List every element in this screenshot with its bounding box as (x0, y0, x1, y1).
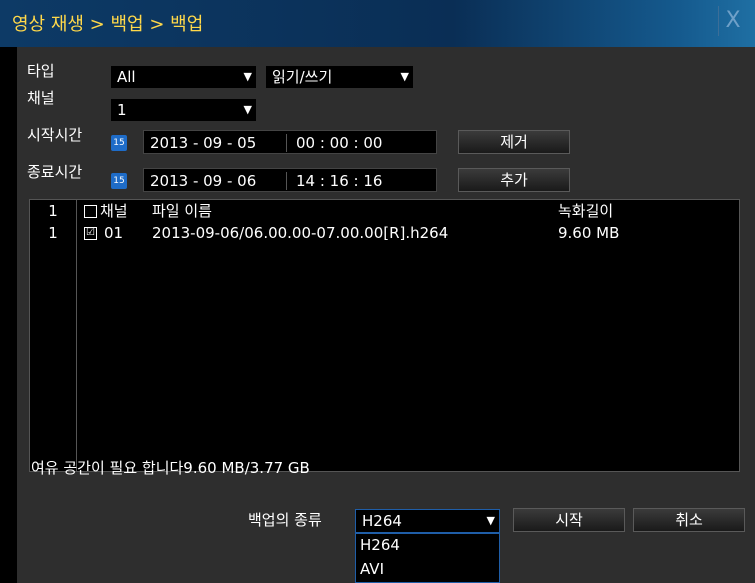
rw-select-value: 읽기/쓰기 (272, 68, 333, 86)
free-space-status: 여유 공간이 필요 합니다9.60 MB/3.77 GB (31, 459, 310, 477)
backup-type-dropdown[interactable]: H264 AVI (355, 533, 500, 583)
channel-label: 채널 (27, 89, 55, 107)
select-all-checkbox[interactable] (84, 205, 97, 218)
remove-button[interactable]: 제거 (458, 130, 570, 154)
row-filename: 2013-09-06/06.00.00-07.00.00[R].h264 (152, 224, 449, 242)
rw-select[interactable]: 읽기/쓰기 ▼ (266, 66, 413, 88)
end-datetime-field[interactable]: 2013 - 09 - 06 14 : 16 : 16 (143, 168, 437, 192)
window-title: 영상 재생 > 백업 > 백업 (12, 14, 204, 35)
type-select[interactable]: All ▼ (111, 66, 256, 88)
chevron-down-icon: ▼ (243, 103, 252, 116)
calendar-icon[interactable]: 15 (111, 135, 127, 151)
table-row[interactable]: 1 ☑ 01 2013-09-06/06.00.00-07.00.00[R].h… (30, 222, 739, 244)
chevron-down-icon: ▼ (243, 70, 252, 83)
row-index: 1 (48, 224, 58, 242)
backup-type-value: H264 (362, 512, 402, 530)
field-divider (286, 134, 287, 152)
chevron-down-icon: ▼ (400, 70, 409, 83)
header-filename: 파일 이름 (152, 202, 212, 220)
header-size: 녹화길이 (558, 202, 614, 220)
calendar-icon[interactable]: 15 (111, 173, 127, 189)
cancel-button[interactable]: 취소 (633, 508, 745, 532)
header-index: 1 (48, 202, 58, 220)
type-select-value: All (117, 68, 136, 86)
start-date[interactable]: 2013 - 09 - 05 (150, 131, 256, 155)
type-label: 타입 (27, 62, 55, 80)
row-channel: 01 (104, 224, 124, 242)
end-date[interactable]: 2013 - 09 - 06 (150, 169, 256, 193)
start-time[interactable]: 00 : 00 : 00 (296, 131, 382, 155)
row-checkbox[interactable]: ☑ (84, 227, 97, 240)
backup-type-label: 백업의 종류 (248, 511, 322, 529)
backup-type-select[interactable]: H264 ▼ (355, 509, 500, 533)
channel-select[interactable]: 1 ▼ (111, 99, 256, 121)
row-size: 9.60 MB (558, 224, 620, 242)
chevron-down-icon: ▼ (486, 514, 495, 527)
start-time-label: 시작시간 (27, 126, 83, 144)
add-button[interactable]: 추가 (458, 168, 570, 192)
channel-select-value: 1 (117, 101, 127, 119)
backup-type-option-avi[interactable]: AVI (360, 560, 384, 578)
file-list[interactable]: 1 채널 파일 이름 녹화길이 1 ☑ 01 2013-09-06/06.00.… (29, 199, 740, 472)
backup-panel: 타입 All ▼ 읽기/쓰기 ▼ 채널 1 ▼ 시작시간 15 2013 - 0… (17, 47, 755, 583)
close-icon[interactable]: X (718, 6, 747, 36)
header-channel: 채널 (100, 202, 128, 220)
end-time[interactable]: 14 : 16 : 16 (296, 169, 382, 193)
field-divider (286, 172, 287, 190)
title-bar: 영상 재생 > 백업 > 백업 X (0, 0, 755, 47)
end-time-label: 종료시간 (27, 163, 83, 181)
list-header: 1 채널 파일 이름 녹화길이 (30, 200, 739, 222)
start-datetime-field[interactable]: 2013 - 09 - 05 00 : 00 : 00 (143, 130, 437, 154)
backup-type-option-h264[interactable]: H264 (360, 536, 400, 554)
start-button[interactable]: 시작 (513, 508, 625, 532)
